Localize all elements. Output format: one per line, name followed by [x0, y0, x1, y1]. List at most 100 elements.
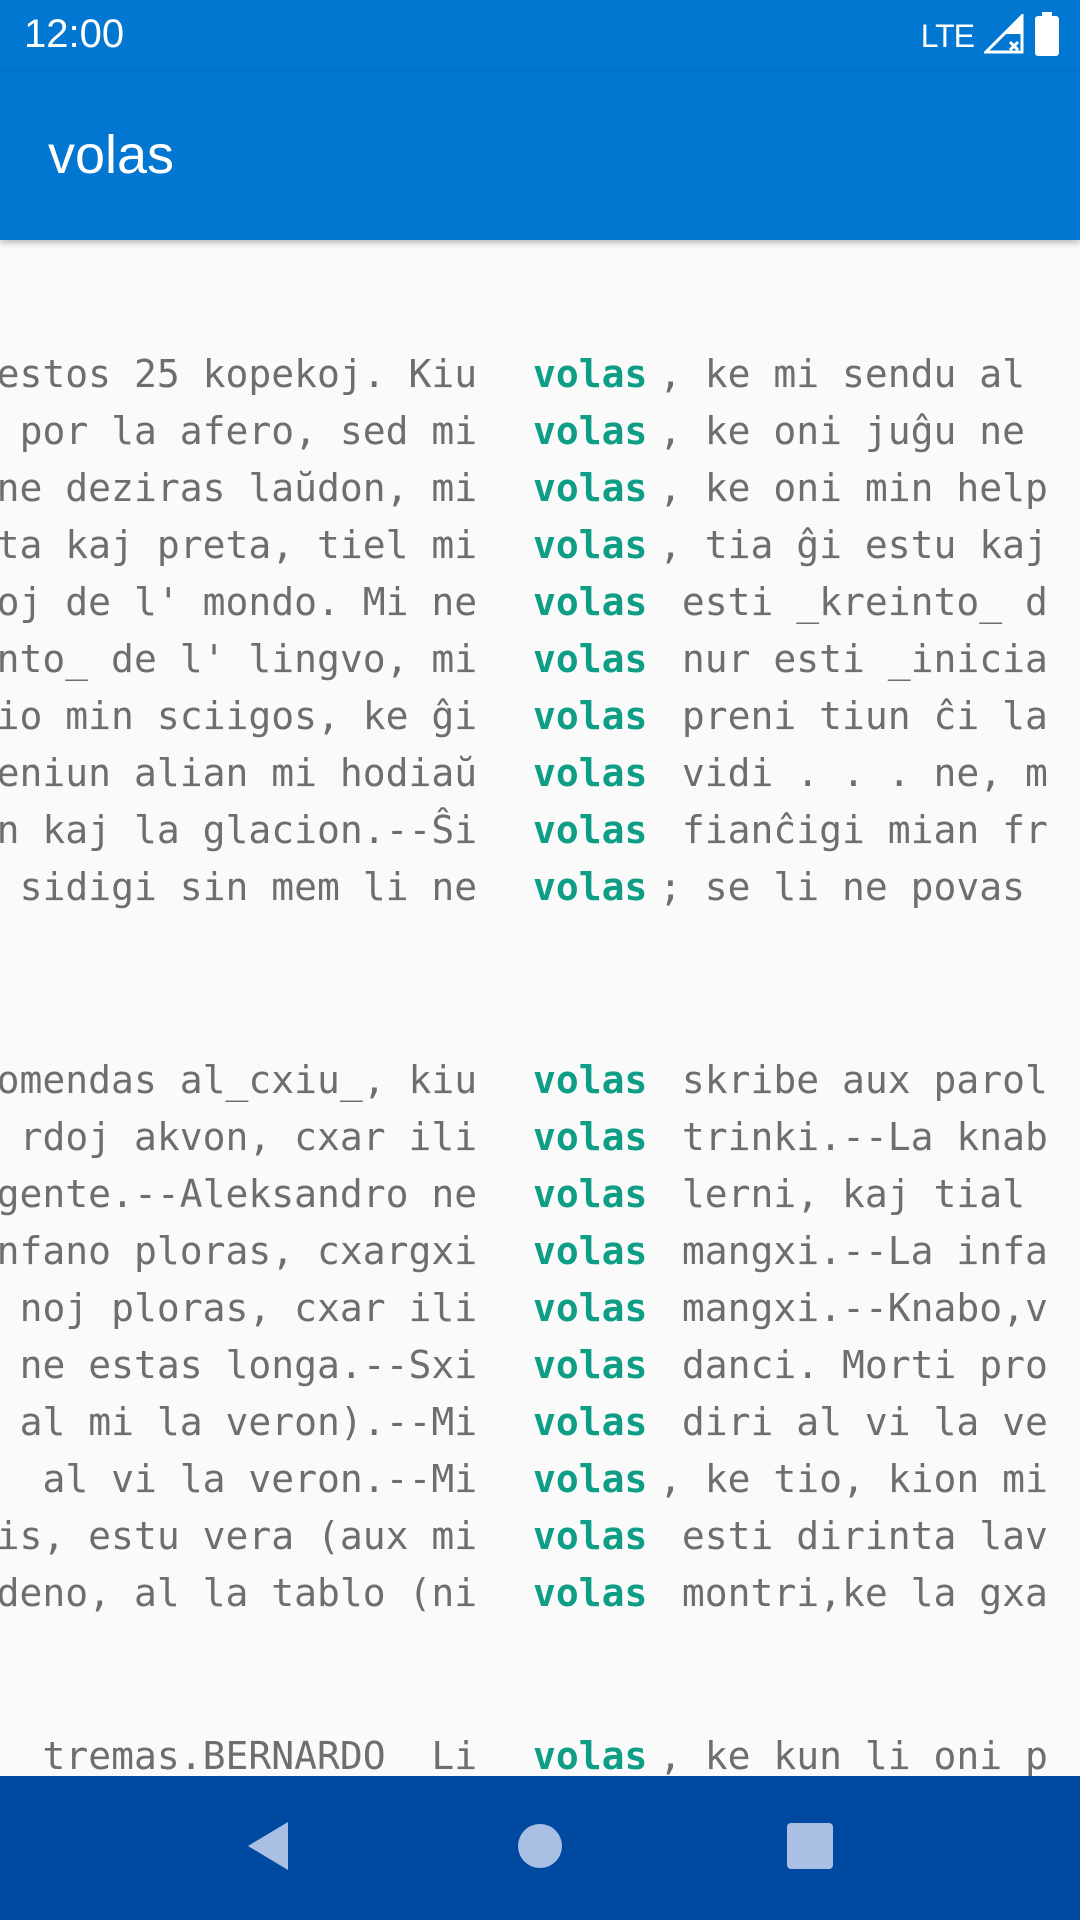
keyword-highlight: volas — [533, 1571, 648, 1615]
context-after: , tia ĝi estu kaj — [659, 523, 1048, 567]
keyword-highlight: volas — [533, 409, 648, 453]
context-before: gente.--Aleksandro ne — [0, 1172, 500, 1216]
navigation-bar — [0, 1776, 1080, 1920]
result-line[interactable]: n kaj la glacion.--Ŝi volas fianĉigi mia… — [0, 802, 1080, 859]
context-before: estos 25 kopekoj. Kiu — [0, 352, 500, 396]
result-line[interactable]: eniun alian mi hodiaŭ volas vidi . . . n… — [0, 745, 1080, 802]
status-time: 12:00 — [24, 12, 125, 56]
context-before: nto_ de l' lingvo, mi — [0, 637, 500, 681]
context-before: por la afero, sed mi — [19, 409, 500, 453]
result-line[interactable]: al vi la veron.--Mi volas, ke tio, kion … — [0, 1451, 1080, 1508]
context-before: noj ploras, cxar ili — [19, 1286, 500, 1330]
result-line[interactable]: nto_ de l' lingvo, mi volas nur esti _in… — [0, 631, 1080, 688]
results-list: estos 25 kopekoj. Kiu volas, ke mi sendu… — [0, 240, 1080, 1776]
result-line[interactable]: ne estas longa.--Sxi volas danci. Morti … — [0, 1337, 1080, 1394]
context-before: deno, al la tablo (ni — [0, 1571, 500, 1615]
context-before: al mi la veron).--Mi — [19, 1400, 500, 1444]
context-after: esti _kreinto_ d — [659, 580, 1048, 624]
keyword-highlight: volas — [533, 808, 648, 852]
context-before: io min sciigos, ke ĝi — [0, 694, 500, 738]
keyword-highlight: volas — [533, 1457, 648, 1501]
context-after: fianĉigi mian fr — [659, 808, 1048, 852]
context-after: preni tiun ĉi la — [659, 694, 1048, 738]
back-icon — [244, 1820, 292, 1876]
context-before: nfano ploras, cxargxi — [0, 1229, 500, 1273]
home-icon — [517, 1823, 563, 1873]
keyword-highlight: volas — [533, 1400, 648, 1444]
keyword-highlight: volas — [533, 637, 648, 681]
result-line[interactable]: ne deziras laŭdon, mi volas, ke oni min … — [0, 460, 1080, 517]
signal-icon — [982, 12, 1024, 58]
result-line[interactable]: nfano ploras, cxargxi volas mangxi.--La … — [0, 1223, 1080, 1280]
keyword-highlight: volas — [533, 751, 648, 795]
result-line[interactable]: sidigi sin mem li ne volas; se li ne pov… — [0, 859, 1080, 916]
result-line[interactable]: rdoj akvon, cxar ili volas trinki.--La k… — [0, 1109, 1080, 1166]
context-after: mangxi.--Knabo,v — [659, 1286, 1048, 1330]
recents-button[interactable] — [738, 1776, 882, 1920]
keyword-highlight: volas — [533, 1172, 648, 1216]
context-after: skribe aux parol — [659, 1058, 1048, 1102]
context-before: tremas.BERNARDO Li — [42, 1734, 500, 1776]
context-before: omendas al_cxiu_, kiu — [0, 1058, 500, 1102]
context-before: ne deziras laŭdon, mi — [0, 466, 500, 510]
context-after: esti dirinta lav — [659, 1514, 1048, 1558]
context-after: diri al vi la ve — [659, 1400, 1048, 1444]
result-line[interactable]: omendas al_cxiu_, kiu volas skribe aux p… — [0, 1052, 1080, 1109]
context-after: , ke oni min help — [659, 466, 1048, 510]
network-type-label: LTE — [920, 17, 975, 54]
result-line[interactable]: ta kaj preta, tiel mi volas, tia ĝi estu… — [0, 517, 1080, 574]
result-line[interactable]: gente.--Aleksandro ne volas lerni, kaj t… — [0, 1166, 1080, 1223]
keyword-highlight: volas — [533, 352, 648, 396]
keyword-highlight: volas — [533, 865, 648, 909]
keyword-highlight: volas — [533, 1229, 648, 1273]
back-button[interactable] — [196, 1776, 340, 1920]
context-after: , ke kun li oni p — [659, 1734, 1048, 1776]
keyword-highlight: volas — [533, 580, 648, 624]
context-after: danci. Morti pro — [659, 1343, 1048, 1387]
home-button[interactable] — [468, 1776, 612, 1920]
keyword-highlight: volas — [533, 1286, 648, 1330]
status-bar: 12:00 LTE — [0, 0, 1080, 72]
context-before: ne estas longa.--Sxi — [19, 1343, 500, 1387]
status-icons: LTE — [920, 12, 1060, 60]
context-after: vidi . . . ne, m — [659, 751, 1048, 795]
battery-icon — [1034, 12, 1060, 60]
context-after: , ke mi sendu al — [659, 352, 1026, 396]
keyword-highlight: volas — [533, 1734, 648, 1776]
result-line[interactable]: al mi la veron).--Mi volas diri al vi la… — [0, 1394, 1080, 1451]
context-after: , ke tio, kion mi — [659, 1457, 1048, 1501]
context-after: nur esti _inicia — [659, 637, 1048, 681]
context-before: oj de l' mondo. Mi ne — [0, 580, 500, 624]
page-title: volas — [48, 125, 175, 185]
keyword-highlight: volas — [533, 1058, 648, 1102]
app-bar: volas — [0, 72, 1080, 240]
context-after: mangxi.--La infa — [659, 1229, 1048, 1273]
keyword-highlight: volas — [533, 523, 648, 567]
context-before: sidigi sin mem li ne — [19, 865, 500, 909]
context-before: n kaj la glacion.--Ŝi — [0, 808, 500, 852]
recents-icon — [787, 1823, 833, 1873]
context-before: eniun alian mi hodiaŭ — [0, 751, 500, 795]
keyword-highlight: volas — [533, 466, 648, 510]
keyword-highlight: volas — [533, 694, 648, 738]
context-after: , ke oni juĝu ne — [659, 409, 1026, 453]
result-line[interactable]: por la afero, sed mi volas, ke oni juĝu … — [0, 403, 1080, 460]
keyword-highlight: volas — [533, 1343, 648, 1387]
context-before: al vi la veron.--Mi — [42, 1457, 500, 1501]
result-line[interactable]: is, estu vera (aux mi volas esti dirinta… — [0, 1508, 1080, 1565]
result-line[interactable]: tremas.BERNARDO Li volas , ke kun li oni … — [0, 1728, 1080, 1776]
context-after: lerni, kaj tial — [659, 1172, 1026, 1216]
result-line[interactable]: noj ploras, cxar ili volas mangxi.--Knab… — [0, 1280, 1080, 1337]
result-line[interactable]: estos 25 kopekoj. Kiu volas, ke mi sendu… — [0, 346, 1080, 403]
context-after: trinki.--La knab — [659, 1115, 1048, 1159]
result-line[interactable]: io min sciigos, ke ĝi volas preni tiun ĉ… — [0, 688, 1080, 745]
context-after: montri,ke la gxa — [659, 1571, 1048, 1615]
context-before: rdoj akvon, cxar ili — [19, 1115, 500, 1159]
context-after: ; se li ne povas — [659, 865, 1026, 909]
result-line[interactable]: oj de l' mondo. Mi ne volas esti _kreint… — [0, 574, 1080, 631]
keyword-highlight: volas — [533, 1115, 648, 1159]
context-before: ta kaj preta, tiel mi — [0, 523, 500, 567]
result-line[interactable]: deno, al la tablo (ni volas montri,ke la… — [0, 1565, 1080, 1622]
keyword-highlight: volas — [533, 1514, 648, 1558]
context-before: is, estu vera (aux mi — [0, 1514, 500, 1558]
